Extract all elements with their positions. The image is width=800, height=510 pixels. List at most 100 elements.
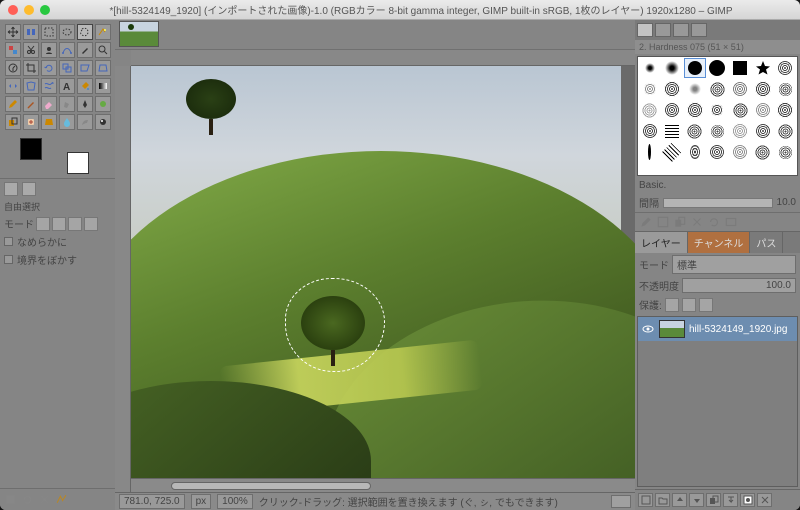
tool-bucket[interactable]: [77, 78, 93, 94]
tool-scale[interactable]: [59, 60, 75, 76]
delete-layer-button[interactable]: [757, 493, 772, 507]
tool-paintbrush[interactable]: [23, 96, 39, 112]
antialias-row[interactable]: なめらかに: [4, 234, 111, 249]
tool-scissors[interactable]: [23, 42, 39, 58]
device-status-tab[interactable]: [22, 182, 36, 196]
tab-channels[interactable]: チャンネル: [688, 232, 751, 253]
maximize-window-button[interactable]: [40, 5, 50, 15]
zoom-selector[interactable]: 100%: [217, 494, 253, 509]
antialias-checkbox[interactable]: [4, 237, 13, 246]
tool-ink[interactable]: [77, 96, 93, 112]
tool-heal[interactable]: [23, 114, 39, 130]
tool-move[interactable]: [5, 24, 21, 40]
tool-by-color-select[interactable]: [5, 42, 21, 58]
tool-measure[interactable]: [5, 60, 21, 76]
open-as-image-icon[interactable]: [724, 215, 738, 229]
scrollbar-thumb[interactable]: [171, 482, 371, 490]
tool-fuzzy-select[interactable]: [95, 24, 111, 40]
merge-layer-button[interactable]: [723, 493, 738, 507]
image-tab-thumbnail[interactable]: [119, 21, 159, 47]
tool-cage[interactable]: [23, 78, 39, 94]
tool-pencil[interactable]: [5, 96, 21, 112]
tool-text[interactable]: A: [59, 78, 75, 94]
duplicate-brush-icon[interactable]: [673, 215, 687, 229]
vertical-ruler[interactable]: [115, 66, 131, 492]
opacity-slider[interactable]: 100.0: [682, 278, 796, 293]
brush-grid[interactable]: [637, 56, 798, 176]
history-tab[interactable]: [691, 23, 707, 37]
brush-spacing-row[interactable]: 間隔 10.0: [635, 193, 800, 212]
tool-ellipse-select[interactable]: [59, 24, 75, 40]
tool-paths[interactable]: [59, 42, 75, 58]
tool-shear[interactable]: [77, 60, 93, 76]
close-window-button[interactable]: [8, 5, 18, 15]
minimize-window-button[interactable]: [24, 5, 34, 15]
new-group-button[interactable]: [655, 493, 670, 507]
tool-gradient[interactable]: [95, 78, 111, 94]
tool-perspective[interactable]: [95, 60, 111, 76]
tool-foreground-select[interactable]: [41, 42, 57, 58]
brush-preset-label[interactable]: Basic.: [639, 180, 796, 191]
tool-options-tab[interactable]: [4, 182, 18, 196]
lock-alpha[interactable]: [699, 298, 713, 312]
canvas[interactable]: [131, 66, 635, 478]
horizontal-ruler[interactable]: [131, 50, 635, 66]
lower-layer-button[interactable]: [689, 493, 704, 507]
new-brush-icon[interactable]: [656, 215, 670, 229]
patterns-tab[interactable]: [655, 23, 671, 37]
tool-smudge[interactable]: [77, 114, 93, 130]
mode-intersect[interactable]: [84, 217, 98, 231]
fonts-tab[interactable]: [673, 23, 689, 37]
save-options-icon[interactable]: [4, 493, 17, 506]
mode-subtract[interactable]: [68, 217, 82, 231]
refresh-brush-icon[interactable]: [707, 215, 721, 229]
tab-layers[interactable]: レイヤー: [635, 232, 688, 253]
reset-options-icon[interactable]: [55, 493, 68, 506]
fg-color-swatch[interactable]: [20, 138, 42, 160]
lock-pixels[interactable]: [665, 298, 679, 312]
tool-color-picker[interactable]: [77, 42, 93, 58]
spacing-slider[interactable]: [663, 198, 773, 208]
delete-options-icon[interactable]: [38, 493, 51, 506]
tool-align[interactable]: [23, 24, 39, 40]
horizontal-scrollbar[interactable]: [131, 478, 635, 492]
blend-mode-select[interactable]: 標準: [672, 255, 796, 274]
tool-airbrush[interactable]: [59, 96, 75, 112]
delete-brush-icon[interactable]: [690, 215, 704, 229]
tool-rect-select[interactable]: [41, 24, 57, 40]
lock-position[interactable]: [682, 298, 696, 312]
tool-rotate[interactable]: [41, 60, 57, 76]
tool-free-select[interactable]: [77, 24, 93, 40]
tool-dodge[interactable]: [95, 114, 111, 130]
duplicate-layer-button[interactable]: [706, 493, 721, 507]
layer-row[interactable]: hill-5324149_1920.jpg: [638, 317, 797, 341]
layer-name[interactable]: hill-5324149_1920.jpg: [689, 324, 787, 335]
tab-paths[interactable]: パス: [750, 232, 783, 253]
layer-list[interactable]: hill-5324149_1920.jpg: [637, 316, 798, 487]
tool-warp[interactable]: [41, 78, 57, 94]
feather-row[interactable]: 境界をぼかす: [4, 252, 111, 267]
mode-replace[interactable]: [36, 217, 50, 231]
cancel-button[interactable]: [611, 495, 631, 508]
tool-mypaint[interactable]: [95, 96, 111, 112]
tool-flip[interactable]: [5, 78, 21, 94]
edit-brush-icon[interactable]: [639, 215, 653, 229]
tool-eraser[interactable]: [41, 96, 57, 112]
tool-clone[interactable]: [5, 114, 21, 130]
brush-selected[interactable]: [684, 58, 706, 78]
mode-add[interactable]: [52, 217, 66, 231]
raise-layer-button[interactable]: [672, 493, 687, 507]
color-swatches[interactable]: [8, 138, 107, 174]
tool-zoom[interactable]: [95, 42, 111, 58]
new-layer-button[interactable]: [638, 493, 653, 507]
unit-selector[interactable]: px: [191, 494, 212, 509]
bg-color-swatch[interactable]: [67, 152, 89, 174]
feather-checkbox[interactable]: [4, 255, 13, 264]
tool-perspective-clone[interactable]: [41, 114, 57, 130]
brushes-tab[interactable]: [637, 23, 653, 37]
tool-blur[interactable]: [59, 114, 75, 130]
tool-crop[interactable]: [23, 60, 39, 76]
restore-options-icon[interactable]: [21, 493, 34, 506]
layer-visibility-icon[interactable]: [641, 322, 655, 336]
mask-layer-button[interactable]: [740, 493, 755, 507]
